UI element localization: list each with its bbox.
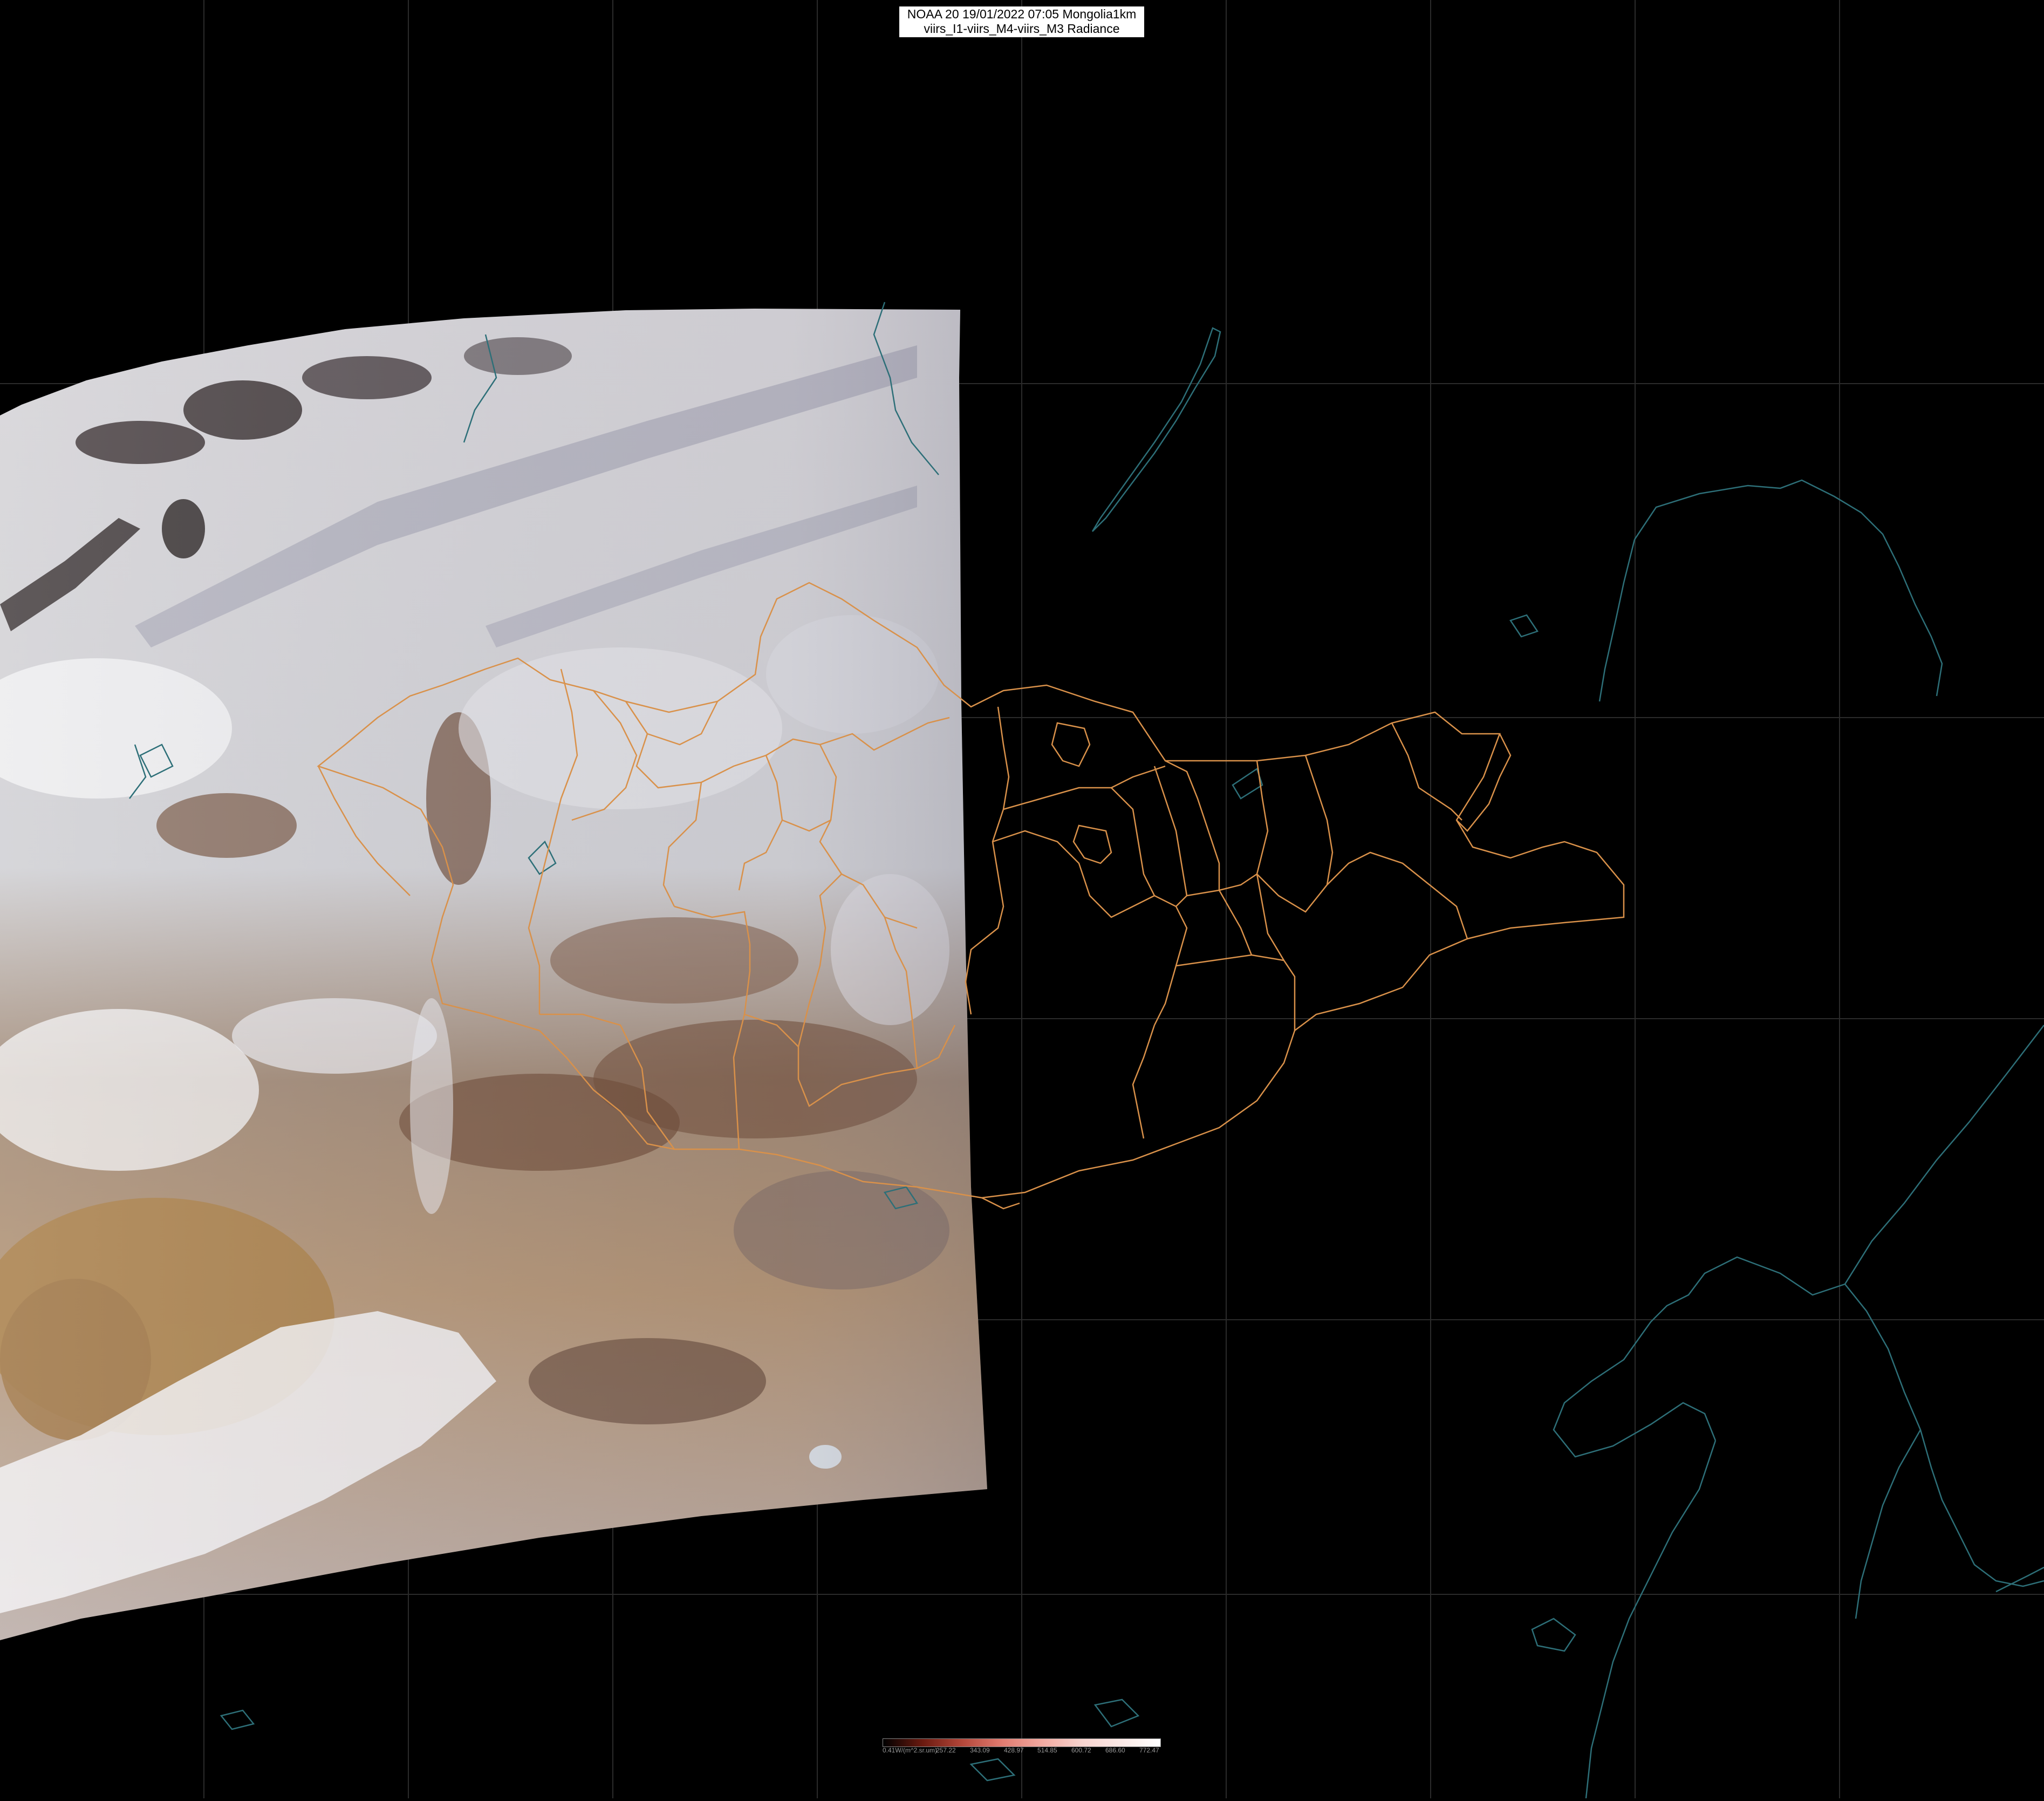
- map-canvas: [0, 0, 2044, 1799]
- colorbar-label: 257.22: [936, 1747, 956, 1754]
- colorbar-label: 428.97: [1004, 1747, 1024, 1754]
- colorbar-label: 514.85: [1037, 1747, 1057, 1754]
- title-line-product: viirs_I1-viirs_M4-viirs_M3 Radiance: [924, 22, 1120, 36]
- satellite-swath: [0, 309, 987, 1640]
- colorbar-labels: 0.41W/(m^2.sr.um) 257.22 343.09 428.97 514.8…: [883, 1747, 1163, 1755]
- colorbar-label: 0.41W/(m^2.sr.um): [883, 1747, 937, 1754]
- colorbar: [883, 1738, 1161, 1747]
- colorbar-label: 686.60: [1105, 1747, 1125, 1754]
- map-title: NOAA 20 19/01/2022 07:05 Mongolia1km vii…: [899, 6, 1144, 37]
- colorbar-label: 600.72: [1071, 1747, 1091, 1754]
- title-line-satellite: NOAA 20 19/01/2022 07:05 Mongolia1km: [907, 7, 1137, 21]
- colorbar-label: 343.09: [970, 1747, 990, 1754]
- colorbar-label: 772.47: [1139, 1747, 1159, 1754]
- satellite-map: NOAA 20 19/01/2022 07:05 Mongolia1km vii…: [0, 0, 2044, 1799]
